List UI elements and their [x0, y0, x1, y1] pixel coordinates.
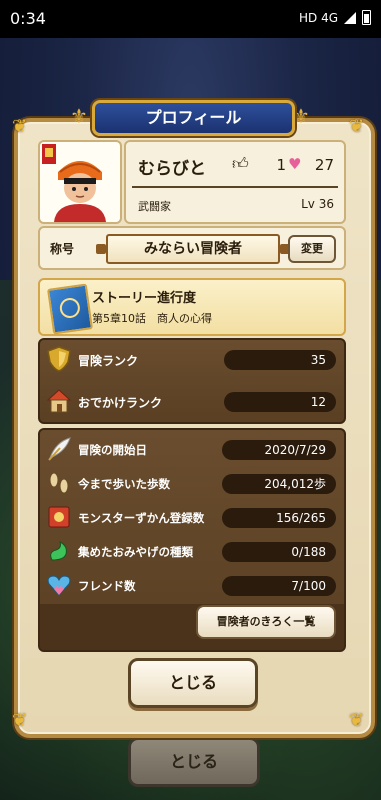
- story-chapter: 第5章10話 商人の心得: [92, 312, 212, 325]
- story-label: ストーリー進行度: [92, 291, 197, 306]
- corner-ornament-icon: ❦: [349, 116, 365, 137]
- corner-ornament-icon: ❦: [12, 116, 28, 137]
- network-label: HD 4G: [298, 10, 338, 25]
- player-job: 武闘家: [138, 200, 171, 213]
- battery-icon: [362, 10, 371, 25]
- stat-value: 7/100: [222, 576, 336, 596]
- status-indicators: HD 4G: [299, 10, 371, 25]
- player-level: Lv 36: [301, 197, 334, 211]
- heart-icon: ♥: [288, 155, 302, 173]
- footprints-icon: [49, 472, 69, 494]
- status-bar: 0:34 HD 4G: [0, 0, 381, 38]
- stat-value: 204,012歩: [222, 474, 336, 494]
- stat-label: 今まで歩いた歩数: [78, 477, 170, 491]
- stat-label: 集めたおみやげの種類: [78, 545, 193, 559]
- quill-icon: [48, 437, 71, 461]
- corner-ornament-icon: ❦: [12, 710, 28, 731]
- close-button[interactable]: とじる: [128, 658, 258, 708]
- player-portrait-icon: [42, 144, 106, 222]
- rank-row: 冒険ランク 35: [40, 346, 344, 374]
- rank-value: 35: [224, 350, 336, 370]
- player-info: むらびと 👍︎ 1 ♥ 27 武闘家 Lv 36: [124, 140, 346, 224]
- candy-icon: [50, 541, 67, 561]
- signal-icon: [344, 11, 356, 24]
- story-book-icon: [46, 283, 94, 335]
- rank-value: 12: [224, 392, 336, 412]
- thumbs-up-icon: 👍︎: [232, 154, 249, 173]
- stat-row: フレンド数 7/100: [40, 572, 344, 600]
- house-icon: [46, 389, 72, 413]
- stat-row: 冒険の開始日 2020/7/29: [40, 436, 344, 464]
- rank-row: おでかけランク 12: [40, 388, 344, 416]
- corner-ornament-icon: ❦: [349, 710, 365, 731]
- title-value: みならい冒険者: [96, 234, 290, 264]
- rank-label: おでかけランク: [78, 396, 163, 410]
- title-ornament-icon: ⚜: [70, 104, 88, 128]
- stat-label: 冒険の開始日: [78, 443, 147, 457]
- player-name: むらびと: [138, 159, 206, 179]
- panel-title: プロフィール: [92, 100, 295, 136]
- stat-label: モンスターずかん登録数: [78, 511, 205, 525]
- stat-row: モンスターずかん登録数 156/265: [40, 504, 344, 532]
- rank-label: 冒険ランク: [78, 354, 139, 368]
- shield-icon: [47, 346, 71, 372]
- avatar: [38, 140, 122, 224]
- rank-section: 冒険ランク 35 おでかけランク 12: [38, 338, 346, 424]
- divider: [132, 186, 338, 188]
- friend-heart-icon: [47, 575, 71, 596]
- story-progress[interactable]: ストーリー進行度 第5章10話 商人の心得: [38, 278, 346, 336]
- title-section: 称号 みならい冒険者 変更: [38, 226, 346, 270]
- stat-row: 集めたおみやげの種類 0/188: [40, 538, 344, 566]
- title-label: 称号: [50, 242, 75, 256]
- like-count: 1: [276, 156, 286, 174]
- stat-value: 0/188: [222, 542, 336, 562]
- adventurer-record-button[interactable]: 冒険者のきろく一覧: [196, 605, 336, 639]
- stat-value: 2020/7/29: [222, 440, 336, 460]
- status-time: 0:34: [10, 9, 46, 28]
- stat-value: 156/265: [222, 508, 336, 528]
- stat-row: 今まで歩いた歩数 204,012歩: [40, 470, 344, 498]
- heart-count: 27: [314, 156, 334, 174]
- book-icon: [48, 506, 70, 528]
- close-button-behind[interactable]: とじる: [128, 737, 260, 787]
- stat-label: フレンド数: [78, 579, 136, 593]
- change-title-button[interactable]: 変更: [288, 235, 336, 263]
